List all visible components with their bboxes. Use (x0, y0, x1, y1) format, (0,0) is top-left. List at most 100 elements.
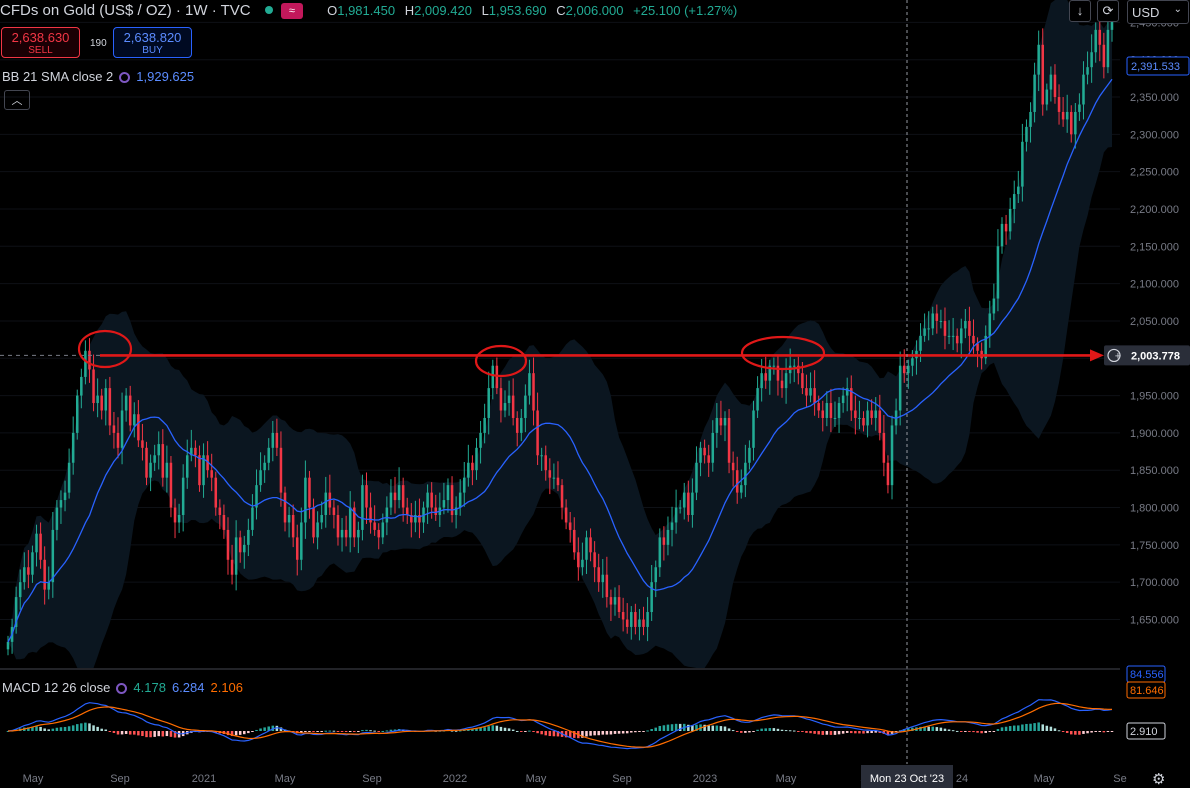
candle-body (617, 597, 621, 613)
candle-body (577, 552, 580, 568)
candle-body (308, 477, 311, 508)
candle-body (902, 365, 906, 374)
candle-body (964, 320, 967, 329)
macd-histogram-bar (39, 726, 42, 731)
bb-legend[interactable]: BB 21 SMA close 2 1,929.625 (2, 69, 194, 84)
candle-body (446, 485, 450, 501)
candle-body (711, 432, 715, 463)
candle-body (515, 417, 519, 433)
candle-body (666, 529, 670, 545)
time-axis[interactable]: MaySep2021MaySep2022MaySep2023MaySep24Ma… (23, 765, 1127, 788)
macd-histogram-bar (972, 731, 975, 733)
candle-body (625, 619, 629, 627)
macd-histogram-bar (243, 731, 246, 735)
macd-histogram-bar (153, 731, 156, 737)
time-tick-label: 2021 (192, 773, 216, 785)
price-tick-label: 2,250.000 (1130, 167, 1179, 179)
macd-value-label: 2.910 (1130, 726, 1158, 738)
candle-body (385, 507, 389, 523)
candle-body (458, 492, 462, 508)
buy-button[interactable]: 2,638.820 BUY (113, 27, 192, 58)
candle-body (886, 462, 890, 486)
currency-select[interactable]: USD ⌄ (1127, 0, 1189, 24)
macd-histogram-bar (797, 731, 800, 732)
macd-histogram-bar (768, 728, 772, 731)
chevron-up-icon[interactable]: ︿ (4, 90, 30, 110)
candle-body (552, 477, 556, 479)
macd-histogram-bar (320, 731, 323, 732)
candle-body (324, 492, 328, 515)
candle-body (890, 425, 894, 486)
candle-body (405, 507, 409, 515)
price-tick-label: 1,850.000 (1130, 465, 1179, 477)
macd-histogram-bar (483, 727, 486, 731)
macd-histogram-bar (88, 723, 91, 731)
macd-histogram-bar (92, 725, 95, 731)
candle-body (320, 514, 323, 523)
macd-histogram-bar (169, 731, 173, 737)
macd-histogram-bar (821, 731, 825, 735)
macd-histogram-bar (850, 731, 853, 734)
macd-histogram-bar (59, 727, 63, 731)
loop-icon (119, 72, 131, 83)
macd-histogram-bar (377, 731, 380, 732)
macd-histogram-bar (336, 731, 340, 732)
macd-histogram-bar (1000, 727, 1004, 731)
price-chart[interactable]: 2,450.0002,400.0002,350.0002,300.0002,25… (0, 0, 1190, 788)
candle-body (605, 574, 609, 598)
candle-body (165, 462, 169, 478)
candle-body (1061, 111, 1065, 120)
candle-body (809, 388, 812, 396)
candle-body (1017, 186, 1020, 195)
change-value: +25.100 (+1.27%) (633, 3, 738, 18)
candle-body (772, 365, 776, 367)
macd-histogram-bar (841, 731, 845, 734)
macd-histogram-bar (495, 725, 499, 731)
macd-histogram-bar (788, 730, 792, 732)
macd-histogram-bar (133, 731, 136, 735)
gear-icon[interactable]: ⚙ (1152, 770, 1165, 788)
macd-histogram-bar (597, 731, 600, 736)
candle-body (609, 597, 613, 605)
macd-legend[interactable]: MACD 12 26 close 4.178 6.284 2.106 (2, 680, 243, 695)
macd-histogram-bar (165, 731, 169, 737)
macd-histogram-bar (263, 727, 266, 731)
price-axis[interactable]: 2,450.0002,400.0002,350.0002,300.0002,25… (1104, 17, 1190, 740)
macd-histogram-bar (259, 728, 262, 731)
candle-body (39, 533, 42, 560)
macd-histogram-bar (625, 731, 629, 734)
candle-body (275, 432, 279, 448)
candle-body (919, 335, 922, 351)
candle-body (878, 410, 882, 433)
highlight-ellipses[interactable] (77, 329, 826, 378)
candle-body (597, 567, 600, 583)
candle-body (55, 507, 59, 530)
candle-body (911, 358, 914, 366)
macd-histogram-bar (340, 731, 344, 732)
macd-histogram-bar (75, 724, 79, 731)
macd-histogram-bar (756, 729, 759, 731)
macd-histogram-bar (157, 731, 160, 737)
refresh-icon[interactable]: ⟳ (1097, 0, 1119, 22)
macd-histogram-bar (51, 728, 55, 731)
macd-line (7, 699, 1113, 750)
price-tick-label: 1,950.000 (1130, 391, 1179, 403)
candle-body (295, 537, 299, 560)
macd-histogram-bar (642, 731, 645, 732)
symbol-title[interactable]: CFDs on Gold (US$ / OZ) · 1W · TVC (0, 2, 251, 19)
macd-histogram-bar (833, 731, 837, 735)
candle-body (1045, 89, 1049, 105)
macd-histogram-bar (1065, 731, 1069, 733)
macd-histogram-bar (55, 727, 59, 731)
candle-body (572, 529, 576, 553)
candle-body (764, 373, 767, 381)
candle-body (581, 559, 584, 568)
macd-histogram-bar (813, 731, 816, 734)
sell-button[interactable]: 2,638.630 SELL (1, 27, 80, 58)
macd-histogram-bar (385, 730, 389, 732)
candle-body (116, 432, 120, 448)
candle-body (536, 410, 539, 456)
macd-histogram-bar (544, 731, 548, 736)
macd-value-2: 6.284 (171, 680, 205, 695)
arrow-down-icon[interactable]: ↓ (1069, 0, 1091, 22)
